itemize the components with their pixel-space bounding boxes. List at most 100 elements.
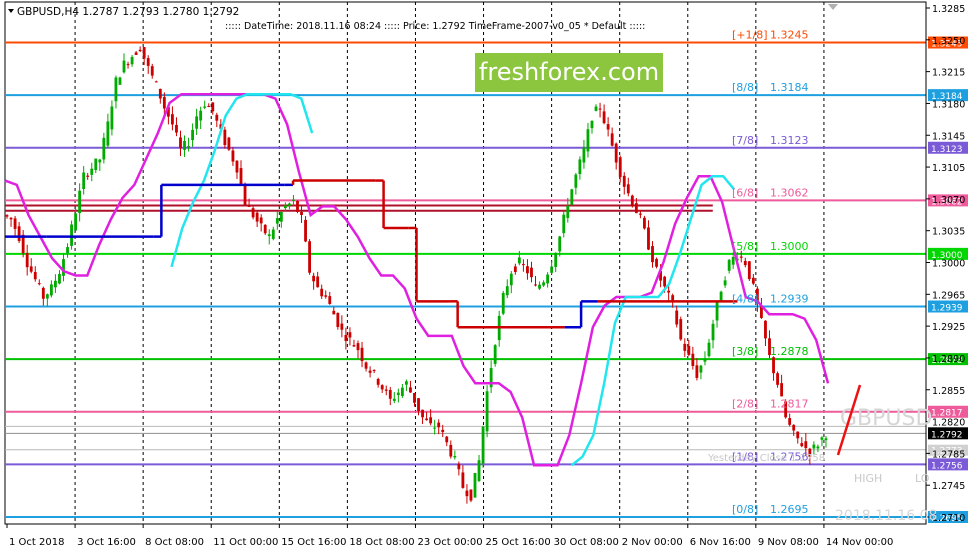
y-tick-label: 1.2785 bbox=[932, 449, 965, 460]
candle-body bbox=[158, 88, 162, 99]
murrey-price-tag-text: 1.2939 bbox=[931, 303, 963, 313]
x-tick-label: 15 Oct 16:00 bbox=[281, 537, 346, 548]
candle-body bbox=[542, 282, 545, 286]
candle-body bbox=[235, 160, 239, 173]
y-tick-label: 1.2820 bbox=[932, 418, 965, 429]
candle-body bbox=[126, 64, 130, 66]
candle-body bbox=[409, 387, 412, 393]
murrey-level-label: [7/8] bbox=[732, 134, 758, 147]
x-tick-label: 25 Oct 16:00 bbox=[486, 537, 551, 548]
candle-body bbox=[251, 208, 255, 218]
candle-body bbox=[457, 463, 461, 470]
candle-body bbox=[558, 236, 562, 252]
watermark-text: freshforex.com bbox=[479, 58, 659, 86]
candle-body bbox=[780, 383, 784, 397]
candle-body bbox=[582, 147, 586, 163]
candle-body bbox=[275, 218, 279, 224]
candle-body bbox=[792, 424, 796, 431]
candle-body bbox=[98, 159, 102, 163]
candle-body bbox=[288, 203, 291, 206]
candle-body bbox=[667, 290, 671, 293]
candle-body bbox=[348, 332, 352, 338]
candle-body bbox=[824, 438, 828, 441]
candle-body bbox=[747, 261, 751, 280]
candle-body bbox=[743, 260, 747, 266]
candle-body bbox=[513, 266, 517, 272]
candle-body bbox=[417, 398, 420, 412]
candle-body bbox=[683, 343, 687, 351]
candle-body bbox=[17, 226, 21, 242]
candle-body bbox=[37, 283, 41, 285]
date-stamp: 2018.11.16 08 bbox=[835, 508, 937, 524]
yesterday-close-label: Yesterday Close 1.2758 bbox=[707, 453, 825, 464]
candle-body bbox=[461, 472, 465, 488]
candle-body bbox=[58, 273, 61, 284]
candle-body bbox=[501, 292, 505, 314]
candle-body bbox=[162, 97, 166, 109]
candle-body bbox=[465, 490, 469, 497]
x-tick-label: 9 Nov 08:00 bbox=[758, 537, 819, 548]
x-tick-label: 3 Oct 16:00 bbox=[77, 537, 136, 548]
candle-body bbox=[723, 280, 727, 286]
candle-body bbox=[675, 310, 679, 325]
candle-body bbox=[562, 214, 566, 234]
y-tick-label: 1.3105 bbox=[932, 163, 965, 174]
y-tick-label: 1.2855 bbox=[932, 386, 965, 397]
candle-body bbox=[687, 345, 691, 355]
candle-body bbox=[550, 266, 554, 273]
x-tick-label: 1 Oct 2018 bbox=[9, 537, 64, 548]
candle-body bbox=[271, 229, 275, 239]
candle-body bbox=[485, 391, 489, 432]
x-tick-label: 2 Nov 00:00 bbox=[622, 537, 683, 548]
candle-body bbox=[449, 444, 453, 457]
x-tick-label: 6 Nov 16:00 bbox=[690, 537, 751, 548]
candle-body bbox=[441, 429, 445, 432]
candle-body bbox=[719, 291, 723, 301]
candle-body bbox=[259, 217, 263, 224]
candle-body bbox=[74, 213, 78, 231]
candle-body bbox=[622, 175, 626, 187]
candle-body bbox=[25, 252, 29, 268]
candle-body bbox=[130, 56, 134, 65]
murrey-level-value: 1.3123 bbox=[770, 134, 809, 147]
candle-body bbox=[243, 185, 247, 205]
trading-chart[interactable]: 1.2773 [+1/8] 1.3245 1.3245 [8/8] 1.3184 1.318… bbox=[0, 0, 970, 555]
candle-body bbox=[429, 417, 433, 424]
candle-body bbox=[699, 365, 703, 373]
candle-body bbox=[175, 124, 178, 133]
y-tick-label: 1.3070 bbox=[932, 195, 965, 206]
candle-body bbox=[473, 473, 477, 498]
candle-body bbox=[590, 120, 594, 129]
y-tick-label: 1.2745 bbox=[932, 481, 965, 492]
murrey-level-label: [4/8] bbox=[732, 292, 758, 305]
candle-body bbox=[578, 159, 582, 175]
candle-body bbox=[195, 116, 199, 129]
candle-body bbox=[695, 365, 699, 378]
murrey-level-value: 1.3184 bbox=[770, 81, 809, 94]
candle-body bbox=[82, 172, 86, 190]
candle-body bbox=[66, 247, 69, 254]
candle-body bbox=[114, 77, 118, 102]
candle-body bbox=[530, 267, 533, 278]
candle-body bbox=[154, 81, 158, 83]
candle-body bbox=[138, 49, 142, 52]
chart-canvas[interactable]: 1.2773[+1/8] 1.32451.3245[8/8] 1.31841.318… bbox=[0, 0, 970, 555]
candle-body bbox=[751, 277, 755, 284]
candle-body bbox=[651, 246, 654, 263]
x-tick-label: 18 Oct 08:00 bbox=[349, 537, 414, 548]
candle-body bbox=[70, 224, 73, 246]
candle-body bbox=[764, 320, 767, 339]
murrey-level-value: 1.2939 bbox=[770, 292, 809, 305]
candle-body bbox=[5, 215, 9, 217]
candle-body bbox=[283, 205, 287, 209]
candle-body bbox=[554, 253, 558, 267]
high-label: HIGH bbox=[854, 472, 882, 485]
candle-body bbox=[796, 431, 800, 439]
candle-body bbox=[707, 342, 711, 357]
candle-body bbox=[134, 52, 138, 55]
candle-body bbox=[344, 334, 348, 341]
candle-body bbox=[614, 143, 618, 163]
current-price-tag-text: 1.2792 bbox=[931, 430, 963, 440]
candle-body bbox=[356, 343, 360, 351]
candle-body bbox=[679, 319, 683, 340]
